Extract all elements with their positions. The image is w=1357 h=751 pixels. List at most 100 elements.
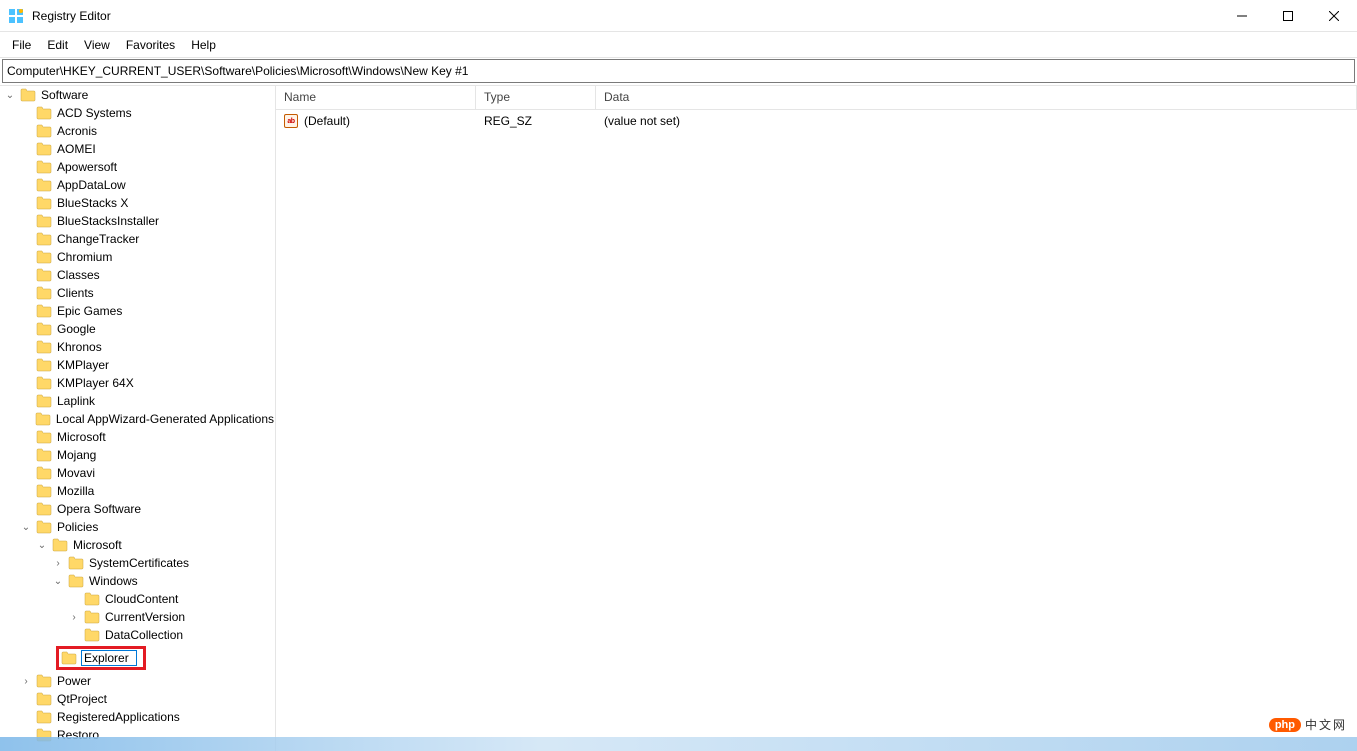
chevron-down-icon[interactable]: ⌄ [36, 539, 48, 551]
titlebar: Registry Editor [0, 0, 1357, 32]
chevron-right-icon[interactable]: › [68, 611, 80, 623]
folder-icon [36, 358, 52, 372]
toggle-spacer [20, 323, 32, 335]
tree-scroll[interactable]: ⌄SoftwareACD Systems Acronis AOMEIApowerso… [0, 86, 275, 751]
toggle-spacer [20, 305, 32, 317]
tree-item-cloudcontent[interactable]: CloudContent [0, 590, 275, 608]
tree-item-chromium[interactable]: Chromium [0, 248, 275, 266]
folder-icon [36, 124, 52, 138]
tree-item-power[interactable]: › Power [0, 672, 275, 690]
tree-item-khronos[interactable]: Khronos [0, 338, 275, 356]
tree-item-datacollection[interactable]: DataCollection [0, 626, 275, 644]
tree-item-label: QtProject [56, 692, 108, 706]
tree-item-opera-software[interactable]: Opera Software [0, 500, 275, 518]
folder-icon [36, 178, 52, 192]
menu-view[interactable]: View [76, 36, 118, 54]
toggle-spacer [20, 197, 32, 209]
toggle-spacer [20, 107, 32, 119]
folder-icon [52, 538, 68, 552]
tree-item-label: Mojang [56, 448, 97, 462]
folder-icon [36, 106, 52, 120]
tree-item-systemcertificates[interactable]: ›SystemCertificates [0, 554, 275, 572]
tree-item-label: Power [56, 674, 92, 688]
toggle-spacer [20, 215, 32, 227]
tree-item-label: DataCollection [104, 628, 184, 642]
tree-item-acronis[interactable]: Acronis [0, 122, 275, 140]
tree-item-label: KMPlayer 64X [56, 376, 135, 390]
tree-item-label: Acronis [56, 124, 98, 138]
chevron-down-icon[interactable]: ⌄ [20, 521, 32, 533]
tree-item-windows[interactable]: ⌄Windows [0, 572, 275, 590]
column-header-type[interactable]: Type [476, 86, 596, 109]
chevron-right-icon[interactable]: › [20, 675, 32, 687]
folder-icon [36, 196, 52, 210]
rename-input[interactable] [81, 650, 137, 666]
folder-icon [36, 250, 52, 264]
tree-item-policies-microsoft[interactable]: ⌄ Microsoft [0, 536, 275, 554]
folder-icon [36, 466, 52, 480]
close-button[interactable] [1311, 0, 1357, 31]
tree-item-mozilla[interactable]: Mozilla [0, 482, 275, 500]
menu-favorites[interactable]: Favorites [118, 36, 183, 54]
values-pane: Name Type Data ab(Default)REG_SZ(value n… [276, 86, 1357, 751]
tree-item-appdatalow[interactable]: AppDataLow [0, 176, 275, 194]
tree-item-label: Chromium [56, 250, 113, 264]
tree-item-movavi[interactable]: Movavi [0, 464, 275, 482]
string-value-icon: ab [284, 114, 298, 128]
chevron-down-icon[interactable]: ⌄ [52, 575, 64, 587]
folder-icon [36, 448, 52, 462]
tree-pane: ⌄SoftwareACD Systems Acronis AOMEIApowerso… [0, 86, 276, 751]
chevron-down-icon[interactable]: ⌄ [4, 89, 16, 101]
toggle-spacer [20, 359, 32, 371]
tree-item-label: Policies [56, 520, 99, 534]
tree-item-clients[interactable]: Clients [0, 284, 275, 302]
tree-item-epic-games[interactable]: Epic Games [0, 302, 275, 320]
tree-item-currentversion[interactable]: ›CurrentVersion [0, 608, 275, 626]
minimize-button[interactable] [1219, 0, 1265, 31]
tree-item-policies[interactable]: ⌄ Policies [0, 518, 275, 536]
tree-item-qtproject[interactable]: QtProject [0, 690, 275, 708]
tree-item-software[interactable]: ⌄Software [0, 86, 275, 104]
tree-item-bluestacksinstaller[interactable]: BlueStacksInstaller [0, 212, 275, 230]
tree-item-label: Classes [56, 268, 101, 282]
folder-icon [36, 232, 52, 246]
tree-item-label: Microsoft [72, 538, 123, 552]
menu-file[interactable]: File [4, 36, 39, 54]
tree-item-acd-systems[interactable]: ACD Systems [0, 104, 275, 122]
tree-item-google[interactable]: Google [0, 320, 275, 338]
folder-icon [36, 502, 52, 516]
address-bar[interactable] [2, 59, 1355, 83]
toggle-spacer [20, 467, 32, 479]
folder-icon [36, 692, 52, 706]
menu-edit[interactable]: Edit [39, 36, 76, 54]
toggle-spacer [20, 503, 32, 515]
tree-item-changetracker[interactable]: ChangeTracker [0, 230, 275, 248]
tree-item-registeredapplications[interactable]: RegisteredApplications [0, 708, 275, 726]
tree-item-aomei[interactable]: AOMEI [0, 140, 275, 158]
tree-item-mojang[interactable]: Mojang [0, 446, 275, 464]
tree-item-classes[interactable]: Classes [0, 266, 275, 284]
menubar: File Edit View Favorites Help [0, 32, 1357, 58]
tree-item-bluestacks-x[interactable]: BlueStacks X [0, 194, 275, 212]
column-header-data[interactable]: Data [596, 86, 1357, 109]
tree-item-laplink[interactable]: Laplink [0, 392, 275, 410]
tree-item-label: CloudContent [104, 592, 179, 606]
address-input[interactable] [7, 64, 1350, 78]
folder-icon [36, 674, 52, 688]
tree-item-apowersoft[interactable]: Apowersoft [0, 158, 275, 176]
folder-icon [36, 160, 52, 174]
tree-item-label: Movavi [56, 466, 96, 480]
column-header-name[interactable]: Name [276, 86, 476, 109]
tree-item-kmplayer[interactable]: KMPlayer [0, 356, 275, 374]
chevron-right-icon[interactable]: › [52, 557, 64, 569]
window-controls [1219, 0, 1357, 31]
folder-icon [84, 628, 100, 642]
maximize-button[interactable] [1265, 0, 1311, 31]
tree-item-microsoft[interactable]: Microsoft [0, 428, 275, 446]
menu-help[interactable]: Help [183, 36, 224, 54]
value-row[interactable]: ab(Default)REG_SZ(value not set) [276, 110, 1357, 132]
tree-item-new-key-editing[interactable] [0, 644, 275, 672]
tree-item-local-appwizard-generated-applications[interactable]: Local AppWizard-Generated Applications [0, 410, 275, 428]
toggle-spacer [20, 269, 32, 281]
tree-item-kmplayer-64x[interactable]: KMPlayer 64X [0, 374, 275, 392]
